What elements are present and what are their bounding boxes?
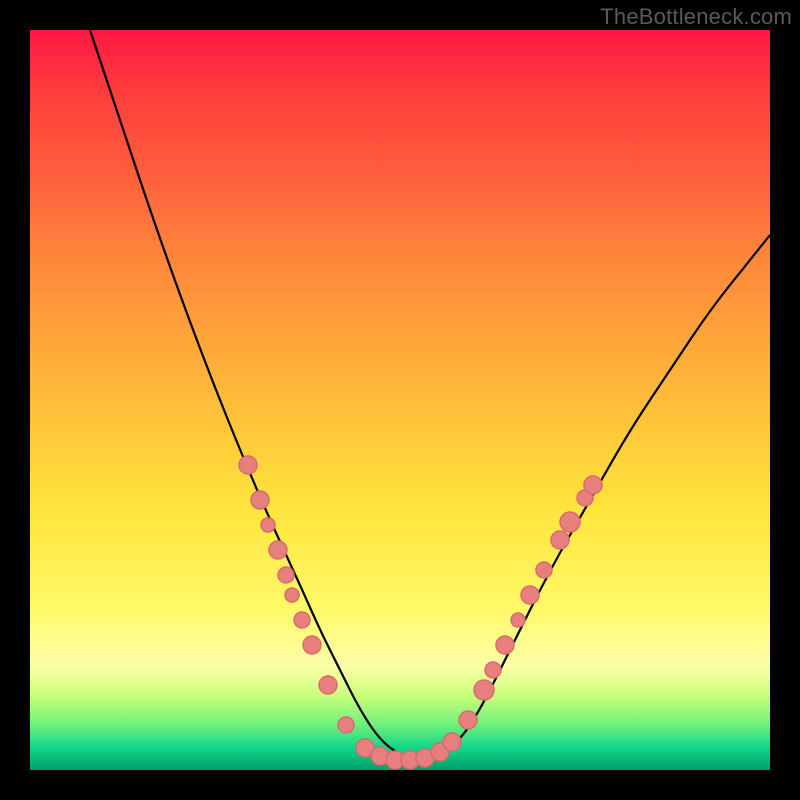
- chart-frame: [30, 30, 770, 770]
- watermark-text: TheBottleneck.com: [600, 4, 792, 30]
- chart-gradient-background: [30, 30, 770, 770]
